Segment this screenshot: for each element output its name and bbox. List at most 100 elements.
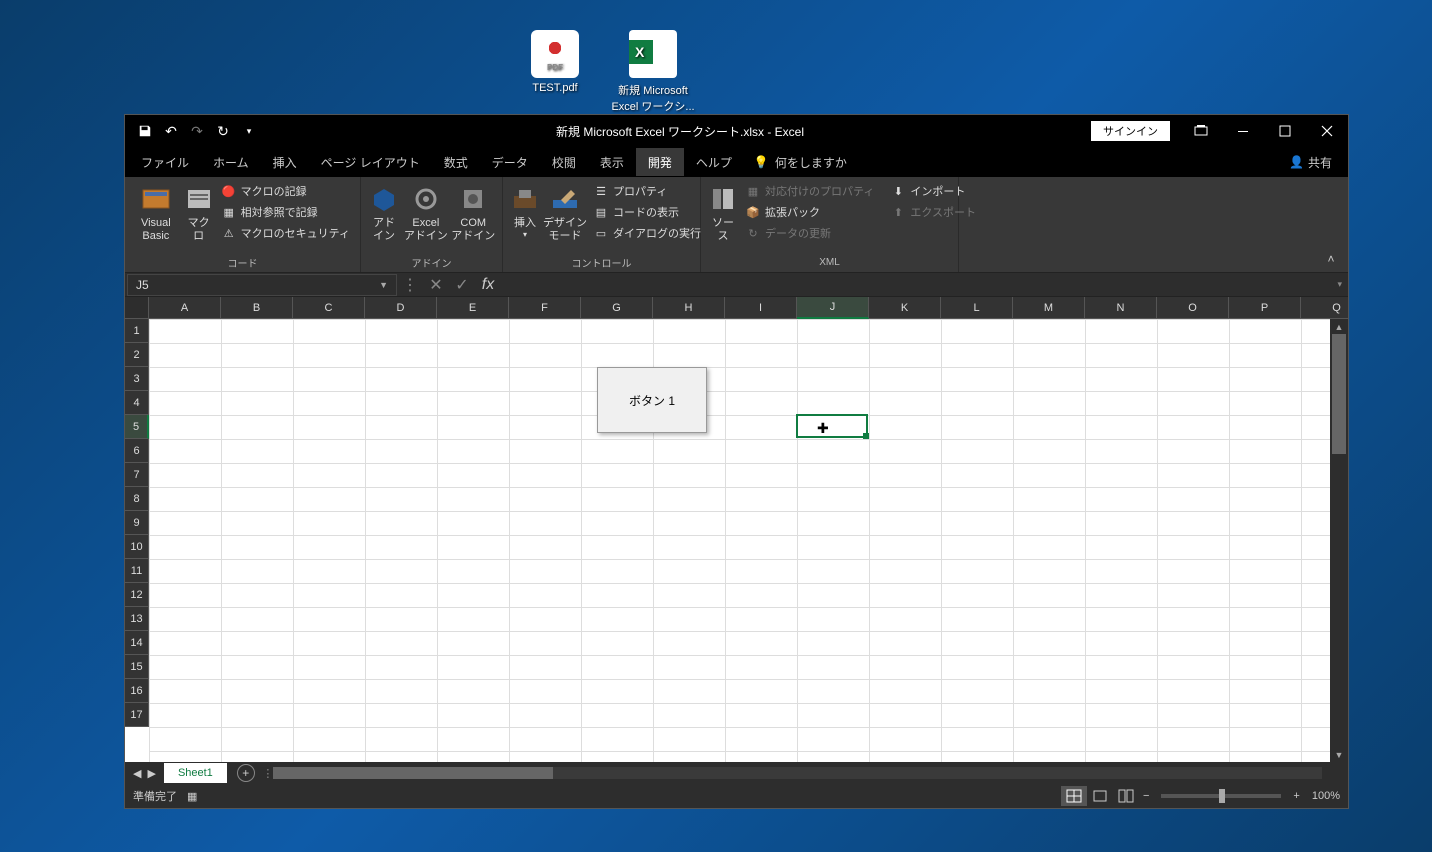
collapse-ribbon-button[interactable]: ˄ [1322,250,1340,268]
macro-security-button[interactable]: ⚠マクロのセキュリティ [217,223,354,243]
horizontal-scrollbar[interactable]: ⋮ [265,765,1330,781]
spreadsheet-grid[interactable]: ABCDEFGHIJKLMNOPQ 1234567891011121314151… [125,297,1348,762]
row-header-8[interactable]: 8 [125,487,149,511]
column-header-G[interactable]: G [581,297,653,319]
close-button[interactable] [1306,117,1348,145]
column-header-M[interactable]: M [1013,297,1085,319]
cells-area[interactable]: ボタン 1 ✚ [149,319,1330,762]
redo-button[interactable]: ↷ [185,119,209,143]
add-sheet-button[interactable]: + [237,764,255,782]
sheet-tab-1[interactable]: Sheet1 [164,763,227,783]
insert-function-button[interactable]: fx [475,274,501,296]
row-header-10[interactable]: 10 [125,535,149,559]
macro-button[interactable]: マクロ [183,179,215,255]
addins-button[interactable]: アド イン [367,179,401,255]
share-button[interactable]: 👤 共有 [1289,154,1332,171]
scrollbar-thumb[interactable] [1332,334,1346,454]
macro-record-status-icon[interactable]: ▦ [187,790,197,803]
vertical-scrollbar[interactable]: ▲ ▼ [1330,319,1348,762]
page-break-view-button[interactable] [1113,786,1139,806]
zoom-slider[interactable] [1161,794,1281,798]
column-header-A[interactable]: A [149,297,221,319]
zoom-level[interactable]: 100% [1312,790,1340,802]
save-button[interactable] [133,119,157,143]
tell-me-search[interactable]: 💡 何をしますか [754,154,847,171]
tab-view[interactable]: 表示 [588,148,636,176]
design-mode-button[interactable]: デザイン モード [543,179,587,255]
row-header-2[interactable]: 2 [125,343,149,367]
view-code-button[interactable]: ▤コードの表示 [589,202,705,222]
row-header-7[interactable]: 7 [125,463,149,487]
run-dialog-button[interactable]: ▭ダイアログの実行 [589,223,705,243]
ribbon-options-button[interactable] [1180,117,1222,145]
column-header-E[interactable]: E [437,297,509,319]
accept-formula-button[interactable]: ✓ [449,274,475,296]
column-header-F[interactable]: F [509,297,581,319]
insert-control-button[interactable]: 挿入 ▾ [509,179,541,255]
tab-developer[interactable]: 開発 [636,148,684,176]
column-header-I[interactable]: I [725,297,797,319]
hscrollbar-thumb[interactable] [273,767,553,779]
undo-button[interactable]: ↶ [159,119,183,143]
row-header-9[interactable]: 9 [125,511,149,535]
visual-basic-button[interactable]: Visual Basic [131,179,181,255]
normal-view-button[interactable] [1061,786,1087,806]
tab-help[interactable]: ヘルプ [684,148,744,176]
tab-home[interactable]: ホーム [201,148,261,176]
name-box[interactable]: J5 ▼ [127,274,397,296]
maximize-button[interactable] [1264,117,1306,145]
column-header-C[interactable]: C [293,297,365,319]
properties-button[interactable]: ☰プロパティ [589,181,705,201]
column-header-L[interactable]: L [941,297,1013,319]
column-header-P[interactable]: P [1229,297,1301,319]
row-header-17[interactable]: 17 [125,703,149,727]
row-header-4[interactable]: 4 [125,391,149,415]
tab-insert[interactable]: 挿入 [261,148,309,176]
page-layout-view-button[interactable] [1087,786,1113,806]
record-macro-button[interactable]: 🔴マクロの記録 [217,181,354,201]
select-all-corner[interactable] [125,297,149,319]
relative-reference-button[interactable]: ▦相対参照で記録 [217,202,354,222]
tab-review[interactable]: 校閲 [540,148,588,176]
row-header-6[interactable]: 6 [125,439,149,463]
row-header-13[interactable]: 13 [125,607,149,631]
column-header-B[interactable]: B [221,297,293,319]
prev-sheet-button[interactable]: ◀ [133,767,141,780]
signin-button[interactable]: サインイン [1091,121,1170,141]
tab-formulas[interactable]: 数式 [432,148,480,176]
expand-formula-bar-button[interactable]: ▾ [1337,279,1342,290]
row-header-15[interactable]: 15 [125,655,149,679]
column-header-Q[interactable]: Q [1301,297,1348,319]
tab-file[interactable]: ファイル [129,148,201,176]
expansion-pack-button[interactable]: 📦拡張パック [741,202,878,222]
refresh-button[interactable]: ↻ [211,119,235,143]
row-header-11[interactable]: 11 [125,559,149,583]
zoom-slider-thumb[interactable] [1219,789,1225,803]
scroll-up-arrow[interactable]: ▲ [1330,319,1348,334]
xml-source-button[interactable]: ソース [707,179,739,255]
column-header-J[interactable]: J [797,297,869,319]
tab-split-grip[interactable]: ⋮ [265,765,271,781]
import-button[interactable]: ⬇インポート [886,181,980,201]
row-header-3[interactable]: 3 [125,367,149,391]
com-addins-button[interactable]: COM アドイン [451,179,496,255]
cancel-formula-button[interactable]: ✕ [423,274,449,296]
scroll-down-arrow[interactable]: ▼ [1330,747,1348,762]
column-header-D[interactable]: D [365,297,437,319]
column-header-H[interactable]: H [653,297,725,319]
tab-data[interactable]: データ [480,148,540,176]
row-header-1[interactable]: 1 [125,319,149,343]
minimize-button[interactable] [1222,117,1264,145]
desktop-icon-xlsx[interactable]: 新規 Microsoft Excel ワークシ... [608,30,698,114]
form-button-1[interactable]: ボタン 1 [597,367,707,433]
row-header-12[interactable]: 12 [125,583,149,607]
next-sheet-button[interactable]: ▶ [147,767,155,780]
row-header-14[interactable]: 14 [125,631,149,655]
column-header-N[interactable]: N [1085,297,1157,319]
desktop-icon-pdf[interactable]: TEST.pdf [510,30,600,94]
row-header-5[interactable]: 5 [125,415,149,439]
excel-addins-button[interactable]: Excel アドイン [403,179,448,255]
column-header-K[interactable]: K [869,297,941,319]
zoom-in-button[interactable]: + [1289,790,1303,802]
zoom-out-button[interactable]: − [1139,790,1153,802]
